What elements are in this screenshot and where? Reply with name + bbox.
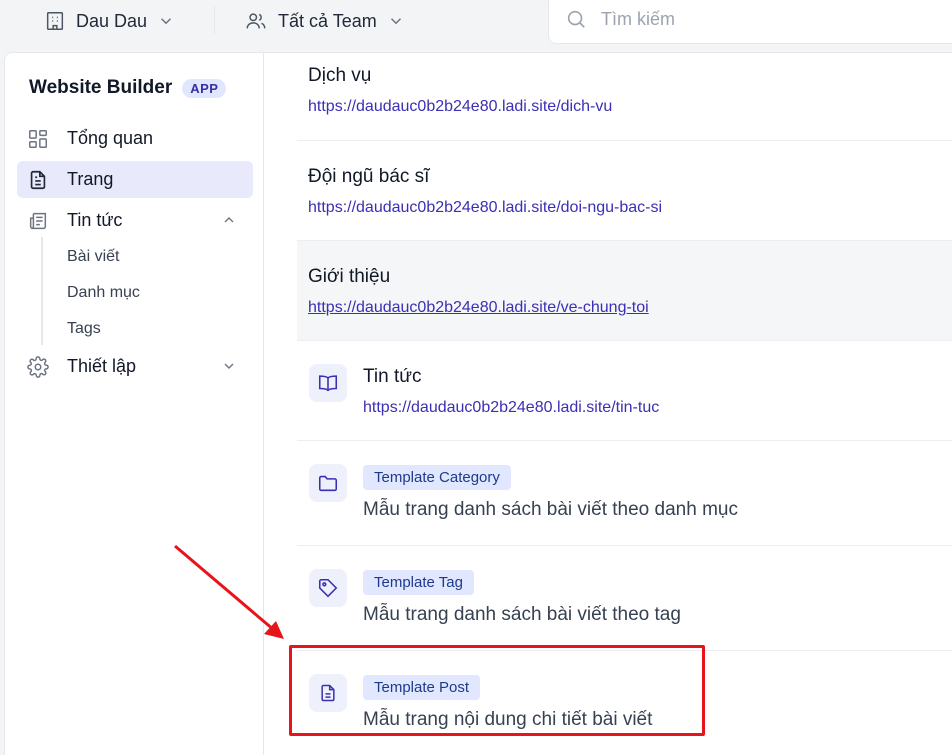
sidebar-item-pages[interactable]: Trang: [17, 161, 253, 198]
page-title: Tin tức: [363, 366, 422, 387]
sidebar-item-label: Tin tức: [67, 210, 123, 230]
app-name: Website Builder: [29, 77, 173, 98]
users-icon: [244, 10, 268, 32]
template-description: Mẫu trang danh sách bài viết theo danh m…: [363, 499, 738, 520]
team-selector[interactable]: Tất cả Team: [244, 9, 405, 33]
search-box[interactable]: [548, 0, 952, 44]
dashboard-icon: [27, 128, 49, 150]
page-icon: [27, 169, 49, 191]
template-description: Mẫu trang danh sách bài viết theo tag: [363, 604, 681, 625]
folder-icon: [309, 464, 347, 502]
news-icon: [27, 210, 49, 232]
page-title: Dịch vụ: [308, 65, 372, 86]
sidebar-item-news[interactable]: Tin tức: [17, 202, 253, 239]
sidebar-item-label: Thiết lập: [67, 356, 137, 376]
annotation-highlight-box: [289, 645, 705, 736]
sidebar-item-overview[interactable]: Tổng quan: [17, 120, 253, 157]
page-url-link[interactable]: https://daudauc0b2b24e80.ladi.site/tin-t…: [363, 399, 659, 417]
sidebar-item-label: Tổng quan: [67, 128, 154, 148]
chevron-up-icon[interactable]: [221, 212, 237, 228]
search-icon: [565, 8, 587, 30]
workspace-selector[interactable]: Dau Dau: [44, 9, 175, 33]
sidebar-item-settings[interactable]: Thiết lập: [17, 348, 253, 385]
sidebar: Website Builder APP Tổng quan Trang Tin …: [4, 52, 264, 755]
list-item[interactable]: Tin tức https://daudauc0b2b24e80.ladi.si…: [297, 341, 952, 441]
building-icon: [44, 10, 66, 32]
app-badge: APP: [182, 78, 227, 98]
list-item[interactable]: Giới thiệu https://daudauc0b2b24e80.ladi…: [297, 241, 952, 341]
page-url-link[interactable]: https://daudauc0b2b24e80.ladi.site/ve-ch…: [308, 299, 649, 317]
top-bar: Dau Dau Tất cả Team: [0, 0, 952, 52]
gear-icon: [27, 355, 49, 378]
sidebar-item-label: Trang: [67, 169, 114, 189]
tag-icon: [309, 569, 347, 607]
workspace-name: Dau Dau: [76, 10, 148, 31]
sidebar-subitem-categories[interactable]: Danh mục: [67, 284, 140, 302]
app-title: Website Builder APP: [29, 77, 227, 99]
list-item[interactable]: Template Category Mẫu trang danh sách bà…: [297, 441, 952, 546]
list-item[interactable]: Đội ngũ bác sĩ https://daudauc0b2b24e80.…: [297, 141, 952, 241]
page-url-link[interactable]: https://daudauc0b2b24e80.ladi.site/doi-n…: [308, 199, 662, 217]
search-input[interactable]: [601, 8, 901, 30]
team-name: Tất cả Team: [278, 10, 377, 31]
chevron-down-icon: [157, 12, 175, 30]
chevron-down-icon: [387, 12, 405, 30]
template-badge: Template Tag: [363, 570, 474, 595]
page-title: Giới thiệu: [308, 266, 391, 287]
sidebar-subitem-tags[interactable]: Tags: [67, 320, 101, 338]
template-badge: Template Category: [363, 465, 511, 490]
book-icon: [309, 364, 347, 402]
subnav-line: [41, 237, 43, 345]
page-url-link[interactable]: https://daudauc0b2b24e80.ladi.site/dich-…: [308, 98, 612, 116]
divider: [214, 6, 215, 34]
chevron-down-icon[interactable]: [221, 358, 237, 374]
list-item[interactable]: Template Tag Mẫu trang danh sách bài viế…: [297, 546, 952, 651]
page-title: Đội ngũ bác sĩ: [308, 166, 430, 187]
sidebar-subitem-posts[interactable]: Bài viết: [67, 248, 119, 266]
list-item[interactable]: Dịch vụ https://daudauc0b2b24e80.ladi.si…: [297, 52, 952, 141]
